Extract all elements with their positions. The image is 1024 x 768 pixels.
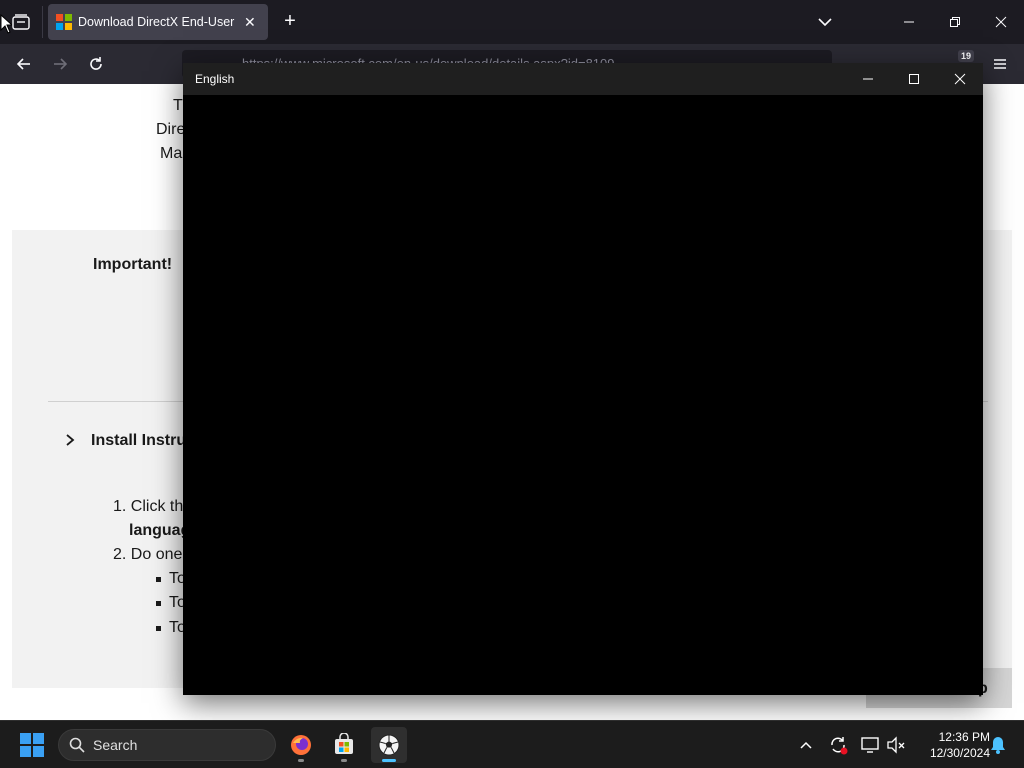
firefox-icon	[291, 735, 311, 755]
menu-icon[interactable]	[988, 52, 1012, 76]
english-window: English	[183, 63, 983, 695]
favicon-microsoft-icon	[56, 14, 72, 30]
taskbar: Search 12:36 PM 12/30/2024	[0, 720, 1024, 768]
tab-separator	[42, 6, 43, 38]
running-indicator	[298, 759, 304, 762]
install-instructions-toggle[interactable]: Install Instru	[62, 430, 202, 454]
volume-muted-icon[interactable]	[884, 733, 908, 757]
page-text-fragment: Dire	[156, 121, 186, 138]
extensions-badge: 19	[958, 50, 975, 62]
restore-icon[interactable]	[932, 0, 978, 44]
windows-start-icon[interactable]	[20, 733, 44, 757]
tab-title: Download DirectX End-User Ru	[78, 15, 238, 29]
chevron-up-icon[interactable]	[794, 733, 818, 757]
active-indicator	[382, 759, 396, 762]
running-indicator	[341, 759, 347, 762]
important-heading: Important!	[93, 256, 173, 273]
display-icon[interactable]	[858, 733, 882, 757]
window-close-icon[interactable]	[937, 63, 983, 95]
back-icon[interactable]	[12, 52, 36, 76]
forward-icon[interactable]	[48, 52, 72, 76]
bullet-marker	[156, 626, 161, 631]
search-label: Search	[93, 737, 138, 753]
page-text-fragment: T	[173, 97, 183, 114]
clock-date: 12/30/2024	[929, 746, 990, 760]
notification-bell-icon[interactable]	[986, 733, 1010, 757]
page-text-fragment: Ma	[160, 145, 183, 162]
install-instructions-label: Install Instru	[91, 432, 187, 449]
microsoft-store-icon	[335, 733, 353, 754]
window-maximize-icon[interactable]	[891, 63, 937, 95]
window-minimize-icon[interactable]	[845, 63, 891, 95]
search-icon	[69, 737, 85, 753]
tab-active[interactable]: Download DirectX End-User Ru ✕	[48, 4, 268, 40]
soccer-ball-app-icon	[378, 734, 400, 756]
chevron-right-icon	[66, 434, 75, 446]
window-title-bar[interactable]: English	[183, 63, 983, 95]
minimize-icon[interactable]	[886, 0, 932, 44]
mouse-cursor-icon	[0, 14, 12, 34]
bullet-marker	[156, 601, 161, 606]
taskbar-app-active[interactable]	[371, 727, 407, 763]
sync-icon[interactable]	[826, 733, 850, 757]
taskbar-search-box[interactable]: Search	[58, 729, 276, 761]
reload-icon[interactable]	[84, 52, 108, 76]
close-tab-icon[interactable]: ✕	[244, 14, 256, 31]
browser-window-controls	[886, 0, 1024, 44]
step-1-text: 1. Click the	[113, 498, 193, 515]
window-title: English	[195, 72, 235, 86]
browser-tab-bar: Download DirectX End-User Ru ✕ +	[0, 0, 1024, 44]
taskbar-app-firefox[interactable]	[283, 727, 319, 763]
new-tab-icon[interactable]: +	[278, 10, 302, 34]
taskbar-app-store[interactable]	[326, 727, 362, 763]
window-controls	[845, 63, 983, 95]
bullet-marker	[156, 577, 161, 582]
list-all-tabs-icon[interactable]	[814, 12, 836, 32]
step-2-text: 2. Do one	[113, 546, 183, 563]
window-content-area[interactable]	[183, 95, 983, 695]
tab-overview-icon	[12, 14, 30, 30]
close-icon[interactable]	[978, 0, 1024, 44]
clock-time: 12:36 PM	[938, 730, 990, 744]
taskbar-clock[interactable]: 12:36 PM 12/30/2024	[910, 729, 990, 761]
step-1-bold-text: languag	[129, 522, 191, 539]
